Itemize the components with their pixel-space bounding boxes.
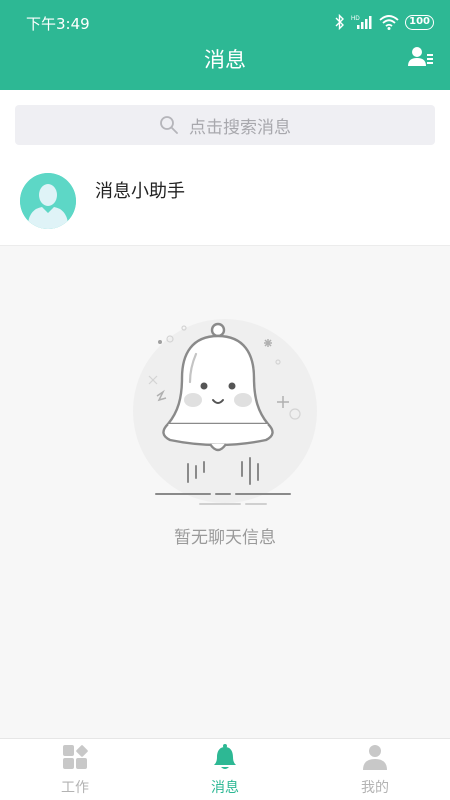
tab-label-work: 工作	[61, 780, 89, 796]
tab-work[interactable]: 工作	[0, 739, 150, 800]
page-title: 消息	[204, 48, 246, 72]
search-icon	[160, 116, 178, 134]
wifi-icon	[379, 15, 399, 30]
tab-profile[interactable]: 我的	[300, 739, 450, 800]
search-placeholder: 点击搜索消息	[189, 117, 291, 138]
tab-messages[interactable]: 消息	[150, 739, 300, 800]
person-icon	[363, 745, 387, 770]
search-input[interactable]: 点击搜索消息	[15, 105, 435, 145]
network-type-label: HD	[351, 16, 360, 22]
user-silhouette-icon	[20, 173, 76, 229]
status-time: 下午3:49	[26, 15, 90, 33]
empty-bell-illustration	[133, 319, 317, 505]
bell-icon	[214, 744, 236, 769]
tab-label-messages: 消息	[211, 780, 239, 796]
search-section: 点击搜索消息	[0, 90, 450, 160]
tab-label-profile: 我的	[361, 780, 389, 796]
avatar	[20, 173, 76, 229]
contacts-icon[interactable]	[408, 45, 434, 69]
battery-icon: 100	[405, 14, 434, 30]
bluetooth-icon	[335, 14, 345, 30]
cellular-signal-icon: HD	[351, 16, 372, 29]
app-header: 下午3:49 HD 100 消息	[0, 0, 450, 90]
message-sender-name: 消息小助手	[95, 181, 185, 202]
status-bar: 下午3:49 HD 100	[0, 0, 450, 44]
bottom-tab-bar: 工作 消息 我的	[0, 738, 450, 800]
grid-apps-icon	[63, 745, 88, 769]
empty-state-text: 暂无聊天信息	[174, 528, 276, 548]
status-icons: HD 100	[335, 12, 434, 32]
